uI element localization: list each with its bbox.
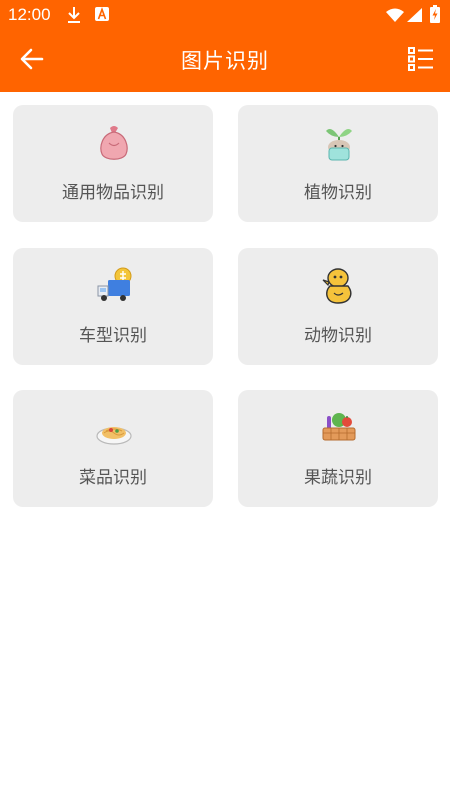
card-vehicle[interactable]: 车型识别 <box>13 248 213 365</box>
card-label: 动物识别 <box>304 326 372 346</box>
category-grid: 通用物品识别 植物识别 车型识别 动物识别 菜品识别 果蔬识别 <box>0 0 450 800</box>
pink-bag-icon <box>96 123 132 163</box>
yellow-duck-icon <box>321 266 357 306</box>
card-animal[interactable]: 动物识别 <box>238 248 438 365</box>
card-dish[interactable]: 菜品识别 <box>13 390 213 507</box>
card-label: 菜品识别 <box>79 468 147 488</box>
card-label: 车型识别 <box>79 326 147 346</box>
vegetable-basket-icon <box>321 408 357 448</box>
pasta-plate-icon <box>96 408 132 448</box>
card-fruit-vegetable[interactable]: 果蔬识别 <box>238 390 438 507</box>
sprout-pot-icon <box>321 123 357 163</box>
card-label: 植物识别 <box>304 183 372 203</box>
card-general-object[interactable]: 通用物品识别 <box>13 105 213 222</box>
truck-icon <box>96 266 132 306</box>
card-label: 果蔬识别 <box>304 468 372 488</box>
card-label: 通用物品识别 <box>62 183 164 203</box>
card-plant[interactable]: 植物识别 <box>238 105 438 222</box>
